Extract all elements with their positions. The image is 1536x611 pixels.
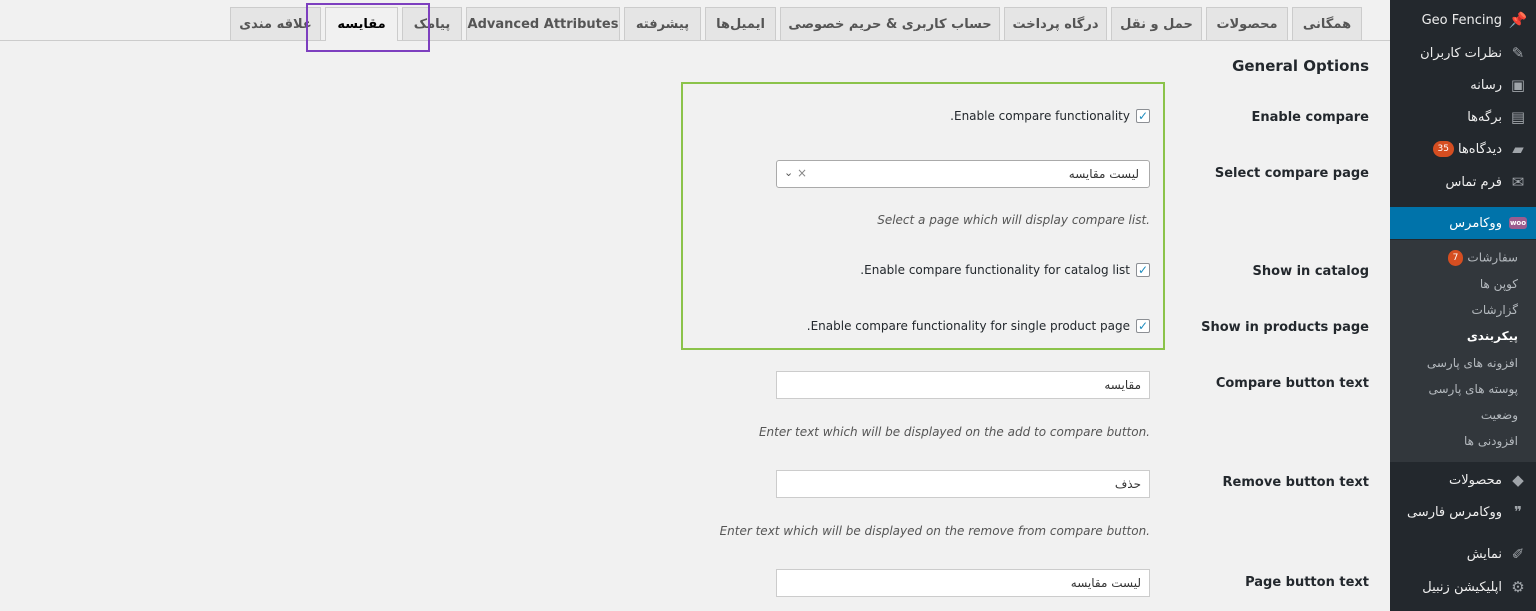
orders-count-badge: 7 <box>1447 250 1464 266</box>
tab-payments[interactable]: درگاه پرداخت <box>1004 7 1107 40</box>
page-button-text-input[interactable]: لیست مقایسه <box>776 569 1150 597</box>
sidebar-item-label: نظرات کاربران <box>1420 45 1502 61</box>
sidebar-item-label: دیدگاه‌ها <box>1457 141 1502 157</box>
sidebar-item-user-reviews[interactable]: ✎ نظرات کاربران <box>1390 37 1536 69</box>
media-icon: ▣ <box>1510 76 1526 94</box>
show-in-products-label: Show in products page <box>1201 320 1369 335</box>
select-compare-page-label: Select compare page <box>1214 166 1369 181</box>
sidebar-item-label: ووکامرس فارسی <box>1406 504 1502 520</box>
compare-button-text-input[interactable]: مقایسه <box>776 371 1150 399</box>
show-in-catalog-label: Show in catalog <box>1252 264 1369 279</box>
sidebar-item-woocommerce-persian[interactable]: ❞ ووکامرس فارسی <box>1390 496 1536 528</box>
woocommerce-submenu: سفارشات7 کوپن ها گزارشات پیکربندی افزونه… <box>1390 240 1536 462</box>
submenu-item-reports[interactable]: گزارشات <box>1472 303 1518 317</box>
settings-group-highlight <box>681 82 1165 350</box>
sidebar-item-label: محصولات <box>1449 472 1502 488</box>
sidebar-item-label: ووکامرس <box>1449 215 1502 231</box>
pages-icon: ▤ <box>1510 108 1526 126</box>
submenu-item-extensions[interactable]: افزودنی ها <box>1464 434 1518 448</box>
quote-icon: ❞ <box>1513 503 1523 521</box>
tabs-baseline <box>0 40 1390 41</box>
admin-sidebar: 📌 Geo Fencing ✎ نظرات کاربران ▣ رسانه ▤ … <box>1382 0 1536 611</box>
edit-icon: ✎ <box>1511 44 1525 62</box>
sidebar-item-geo-fencing[interactable]: 📌 Geo Fencing <box>1390 4 1536 36</box>
submenu-item-orders[interactable]: سفارشات7 <box>1447 250 1518 266</box>
sidebar-item-media[interactable]: ▣ رسانه <box>1390 69 1536 101</box>
sidebar-item-appearance[interactable]: ✐ نمایش <box>1390 538 1536 570</box>
submenu-item-status[interactable]: وضعیت <box>1481 408 1518 422</box>
tab-advanced-attributes[interactable]: Advanced Attributes <box>466 7 620 40</box>
sidebar-item-label: اپلیکیشن زنبیل <box>1422 579 1502 595</box>
submenu-item-persian-plugins[interactable]: افزونه های پارسی <box>1427 356 1518 370</box>
tab-emails[interactable]: ایمیل‌ها <box>705 7 776 40</box>
page-button-text-label: Page button text <box>1245 575 1369 590</box>
tab-accounts-privacy[interactable]: حساب کاربری & حریم خصوصی <box>780 7 1000 40</box>
comments-count-badge: 35 <box>1432 141 1454 157</box>
sidebar-item-label: فرم تماس <box>1445 174 1502 190</box>
woo-icon: woo <box>1509 217 1527 229</box>
comments-icon: ▰ <box>1512 140 1524 158</box>
sidebar-item-comments[interactable]: ▰ دیدگاه‌ها 35 <box>1390 133 1536 165</box>
pin-icon: 📌 <box>1508 11 1528 29</box>
remove-button-text-input[interactable]: حذف <box>776 470 1150 498</box>
submenu-item-settings[interactable]: پیکربندی <box>1467 329 1518 343</box>
enable-compare-label: Enable compare <box>1251 110 1369 125</box>
box-icon: ◆ <box>1512 471 1524 489</box>
sidebar-item-label: برگه‌ها <box>1467 109 1502 125</box>
section-title: General Options <box>1232 57 1369 75</box>
compare-button-text-label: Compare button text <box>1215 376 1369 391</box>
tab-advanced[interactable]: پیشرفته <box>624 7 701 40</box>
brush-icon: ✐ <box>1511 545 1525 563</box>
sidebar-item-label: Geo Fencing <box>1421 12 1502 28</box>
mail-icon: ✉ <box>1511 173 1525 191</box>
sidebar-item-label: رسانه <box>1470 77 1502 93</box>
remove-button-description: Enter text which will be displayed on th… <box>719 524 1150 538</box>
compare-tab-highlight <box>306 3 430 52</box>
sidebar-item-pages[interactable]: ▤ برگه‌ها <box>1390 101 1536 133</box>
remove-button-text-label: Remove button text <box>1222 475 1369 490</box>
tab-products[interactable]: محصولات <box>1206 7 1288 40</box>
gear-icon: ⚙ <box>1511 578 1525 596</box>
sidebar-item-products[interactable]: ◆ محصولات <box>1390 464 1536 496</box>
sidebar-item-woocommerce[interactable]: woo ووکامرس <box>1382 207 1536 239</box>
sidebar-item-contact-form[interactable]: ✉ فرم تماس <box>1390 166 1536 198</box>
tab-shipping[interactable]: حمل و نقل <box>1111 7 1202 40</box>
compare-button-description: Enter text which will be displayed on th… <box>758 425 1150 439</box>
tab-general[interactable]: همگانی <box>1292 7 1362 40</box>
submenu-item-coupons[interactable]: کوپن ها <box>1480 277 1518 291</box>
sidebar-item-label: نمایش <box>1466 546 1502 562</box>
sidebar-item-zanbil-app[interactable]: ⚙ اپلیکیشن زنبیل <box>1390 571 1536 603</box>
submenu-item-persian-themes[interactable]: پوسته های پارسی <box>1428 382 1518 396</box>
